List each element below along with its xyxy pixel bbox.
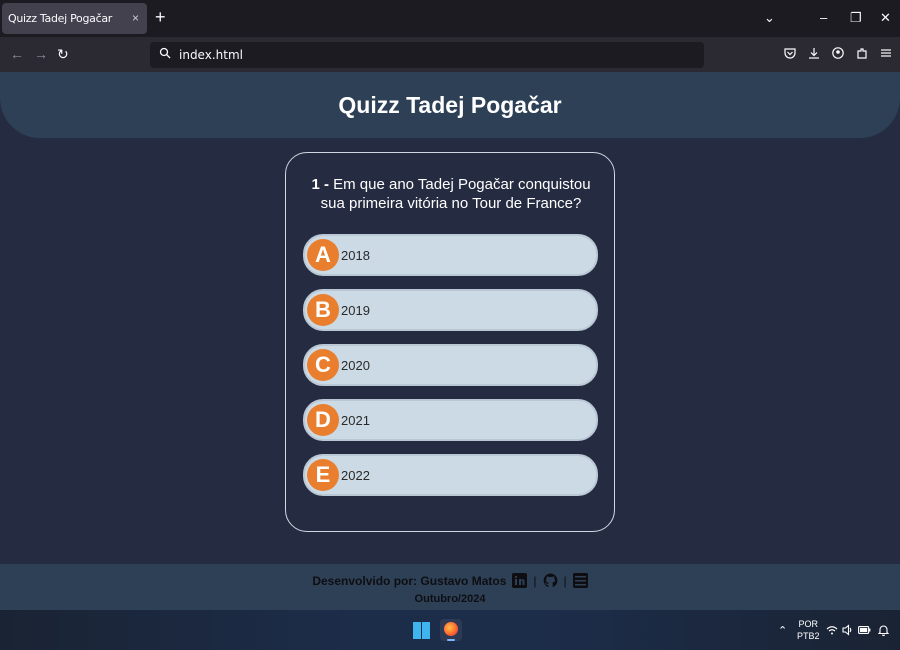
option-letter-badge: C — [307, 349, 339, 381]
question-text: 1 - Em que ano Tadej Pogačar conquistou … — [286, 175, 616, 213]
url-text: index.html — [179, 48, 243, 62]
browser-tab[interactable]: Quizz Tadej Pogačar × — [2, 3, 147, 34]
wifi-icon[interactable] — [826, 624, 838, 636]
footer-separator: | — [563, 573, 567, 588]
forward-arrow-icon[interactable]: → — [34, 46, 48, 62]
footer-separator: | — [533, 573, 537, 588]
option-letter-badge: E — [307, 459, 339, 491]
option-text: 2019 — [341, 303, 370, 318]
close-window-icon[interactable]: ✕ — [880, 10, 891, 26]
portfolio-icon[interactable] — [572, 573, 588, 588]
option-text: 2022 — [341, 468, 370, 483]
browser-tab-bar: Quizz Tadej Pogačar × + ⌄ – ❐ ✕ — [0, 0, 900, 37]
list-all-tabs-icon[interactable]: ⌄ — [764, 10, 775, 26]
chevron-up-icon[interactable]: ⌃ — [778, 624, 787, 637]
option-text: 2018 — [341, 248, 370, 263]
page-footer: Desenvolvido por: Gustavo Matos | | Outu… — [0, 564, 900, 610]
firefox-logo — [444, 622, 458, 636]
keyboard-layout: PTB2 — [797, 631, 820, 641]
footer-date: Outubro/2024 — [414, 593, 486, 605]
download-icon[interactable] — [808, 47, 820, 59]
menu-icon[interactable] — [880, 47, 892, 59]
answer-option-e[interactable]: E 2022 — [303, 454, 598, 496]
developer-credit: Desenvolvido por: Gustavo Matos — [312, 573, 507, 588]
linkedin-icon[interactable] — [512, 573, 528, 588]
github-icon[interactable] — [543, 573, 558, 588]
option-letter-badge: D — [307, 404, 339, 436]
option-text: 2021 — [341, 413, 370, 428]
reload-icon[interactable]: ↻ — [57, 46, 69, 63]
language-code: POR — [798, 619, 819, 629]
option-letter-badge: B — [307, 294, 339, 326]
footer-credits: Desenvolvido por: Gustavo Matos | | — [0, 573, 900, 588]
options-list: A 2018 B 2019 C 2020 D 2021 E 2022 — [303, 234, 598, 509]
question-number: 1 - — [311, 176, 329, 193]
os-taskbar: ⌃ POR PTB2 — [0, 610, 900, 650]
restore-icon[interactable]: ❐ — [850, 10, 862, 26]
quiz-card: 1 - Em que ano Tadej Pogačar conquistou … — [285, 152, 615, 532]
option-letter-badge: A — [307, 239, 339, 271]
tab-title: Quizz Tadej Pogačar — [8, 12, 112, 25]
answer-option-b[interactable]: B 2019 — [303, 289, 598, 331]
firefox-taskbar-icon[interactable] — [440, 619, 462, 641]
account-icon[interactable] — [832, 47, 844, 59]
pocket-icon[interactable] — [784, 47, 796, 59]
page-title: Quizz Tadej Pogačar — [338, 91, 562, 118]
search-icon — [159, 47, 171, 59]
browser-nav-bar: ← → ↻ index.html — [0, 37, 900, 72]
new-tab-icon[interactable]: + — [155, 8, 166, 26]
tab-close-icon[interactable]: × — [132, 11, 139, 25]
page-header: Quizz Tadej Pogačar — [0, 72, 900, 138]
answer-option-d[interactable]: D 2021 — [303, 399, 598, 441]
answer-option-c[interactable]: C 2020 — [303, 344, 598, 386]
battery-icon[interactable] — [858, 624, 871, 636]
answer-option-a[interactable]: A 2018 — [303, 234, 598, 276]
back-arrow-icon[interactable]: ← — [10, 46, 24, 62]
volume-icon[interactable] — [842, 624, 854, 636]
windows-start-icon[interactable] — [413, 622, 430, 639]
keyboard-language[interactable]: POR PTB2 — [797, 618, 820, 642]
address-bar[interactable]: index.html — [150, 42, 704, 68]
question-body: Em que ano Tadej Pogačar conquistou sua … — [320, 176, 591, 212]
option-text: 2020 — [341, 358, 370, 373]
minimize-icon[interactable]: – — [820, 10, 827, 25]
notification-bell-icon[interactable] — [878, 624, 889, 636]
active-app-indicator — [447, 639, 455, 641]
extensions-icon[interactable] — [856, 47, 868, 59]
